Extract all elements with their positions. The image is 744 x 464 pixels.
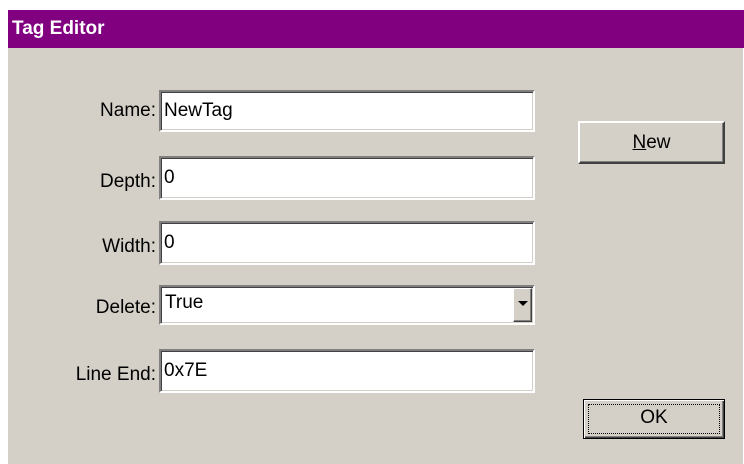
- name-field[interactable]: [164, 94, 530, 128]
- line-end-field[interactable]: [164, 353, 530, 389]
- delete-label: Delete:: [95, 297, 156, 318]
- new-button-label: New: [632, 132, 671, 153]
- line-end-label: Line End:: [75, 364, 156, 385]
- width-field[interactable]: [164, 225, 530, 261]
- line-end-field-frame: [159, 349, 535, 393]
- tag-editor-dialog: Tag Editor Name: Depth: Width: Delete: T…: [7, 9, 744, 464]
- width-field-frame: [159, 221, 535, 265]
- title-bar[interactable]: Tag Editor: [8, 10, 744, 48]
- name-field-frame: [159, 90, 535, 132]
- depth-label: Depth:: [100, 171, 156, 192]
- window-title: Tag Editor: [12, 18, 105, 39]
- delete-select[interactable]: True: [159, 285, 535, 325]
- ok-button-label: OK: [640, 407, 668, 428]
- name-label: Name:: [100, 100, 156, 121]
- new-button[interactable]: New: [578, 121, 725, 164]
- delete-selected-value: True: [165, 292, 204, 313]
- depth-field[interactable]: [164, 160, 530, 196]
- ok-button[interactable]: OK: [583, 399, 725, 439]
- delete-dropdown-button[interactable]: [513, 288, 532, 322]
- chevron-down-icon: [518, 301, 528, 306]
- width-label: Width:: [102, 236, 156, 257]
- depth-field-frame: [159, 156, 535, 200]
